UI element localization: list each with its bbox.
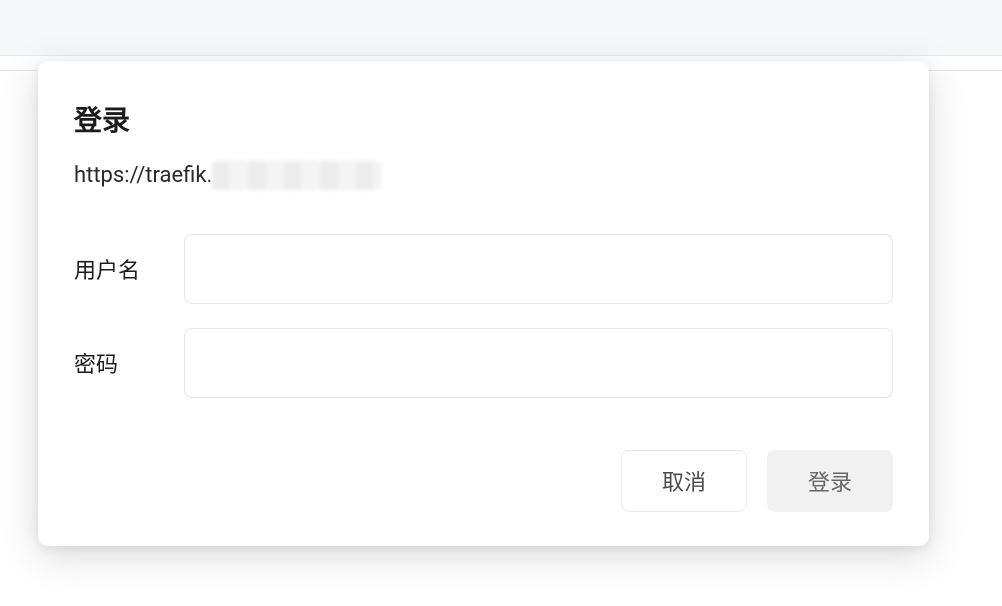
top-bar [0, 0, 1002, 56]
username-input[interactable] [184, 234, 893, 304]
login-button[interactable]: 登录 [767, 450, 893, 512]
cancel-button[interactable]: 取消 [621, 450, 747, 512]
dialog-buttons: 取消 登录 [74, 450, 893, 512]
username-row: 用户名 [74, 234, 893, 304]
login-dialog: 登录 https://traefik. 用户名 密码 取消 登录 [38, 61, 929, 546]
dialog-url-row: https://traefik. [74, 161, 893, 190]
password-input[interactable] [184, 328, 893, 398]
password-row: 密码 [74, 328, 893, 398]
dialog-url-text: https://traefik. [74, 163, 212, 188]
password-label: 密码 [74, 347, 184, 379]
username-label: 用户名 [74, 253, 184, 285]
redacted-url-segment [212, 161, 382, 190]
dialog-title: 登录 [74, 99, 893, 139]
